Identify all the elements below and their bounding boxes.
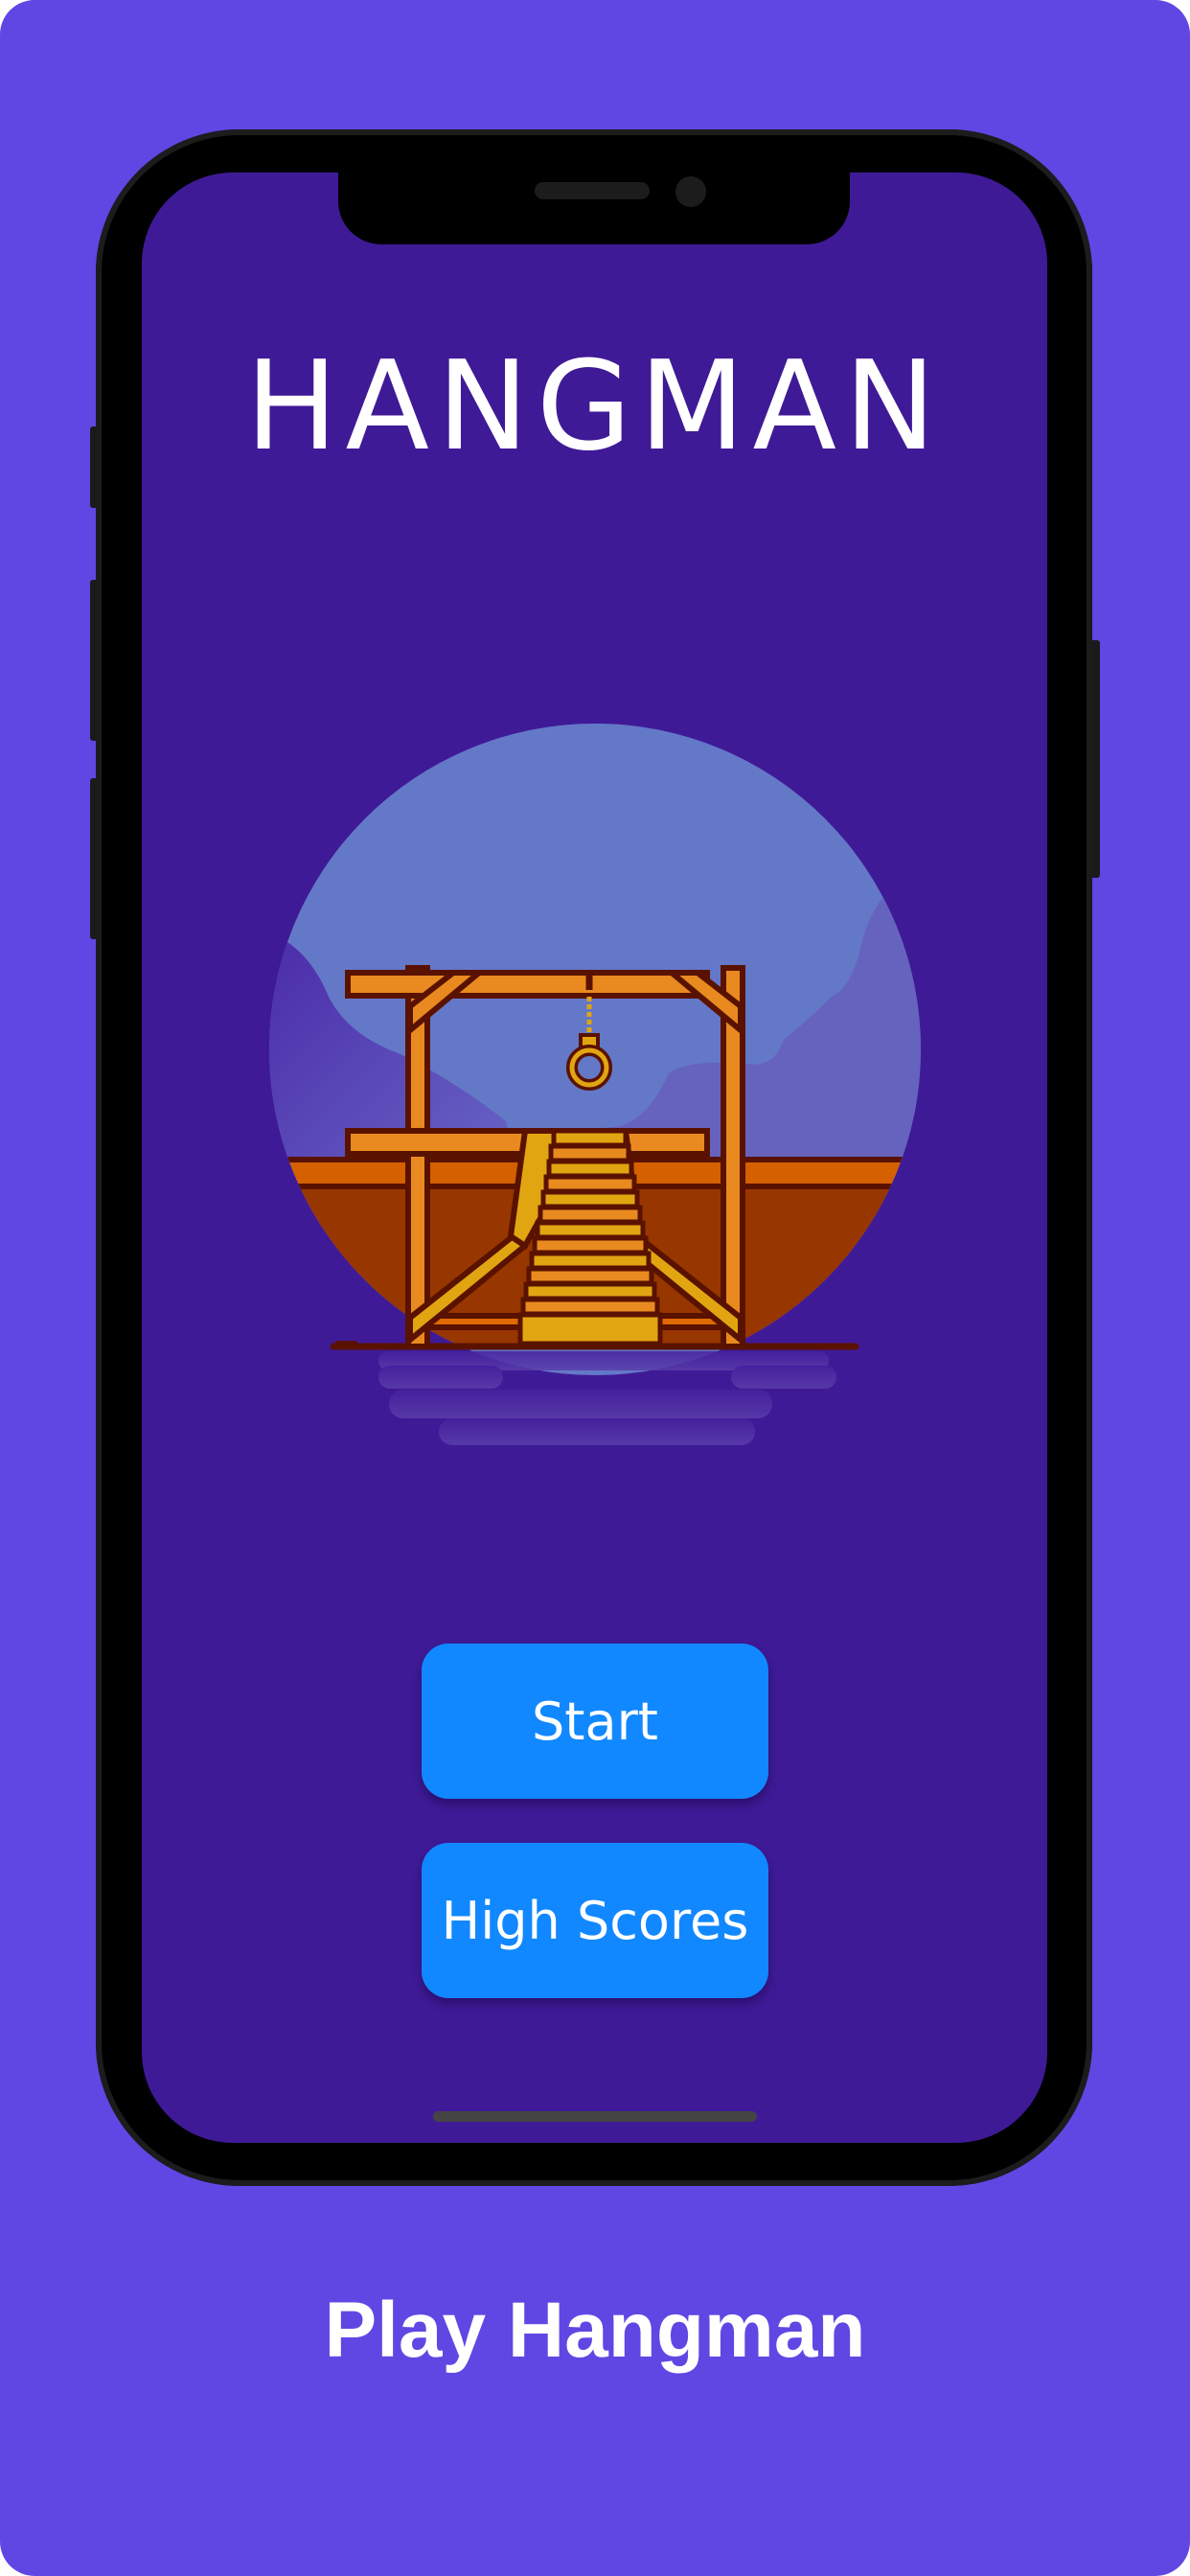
promo-canvas: HANGMAN Start High Scores Play Hangman [0,0,1190,2576]
start-button[interactable]: Start [422,1644,768,1799]
high-scores-button[interactable]: High Scores [422,1843,768,1998]
promo-caption: Play Hangman [324,2287,866,2374]
home-indicator[interactable] [433,2111,757,2122]
phone-screen: HANGMAN Start High Scores [142,172,1047,2143]
